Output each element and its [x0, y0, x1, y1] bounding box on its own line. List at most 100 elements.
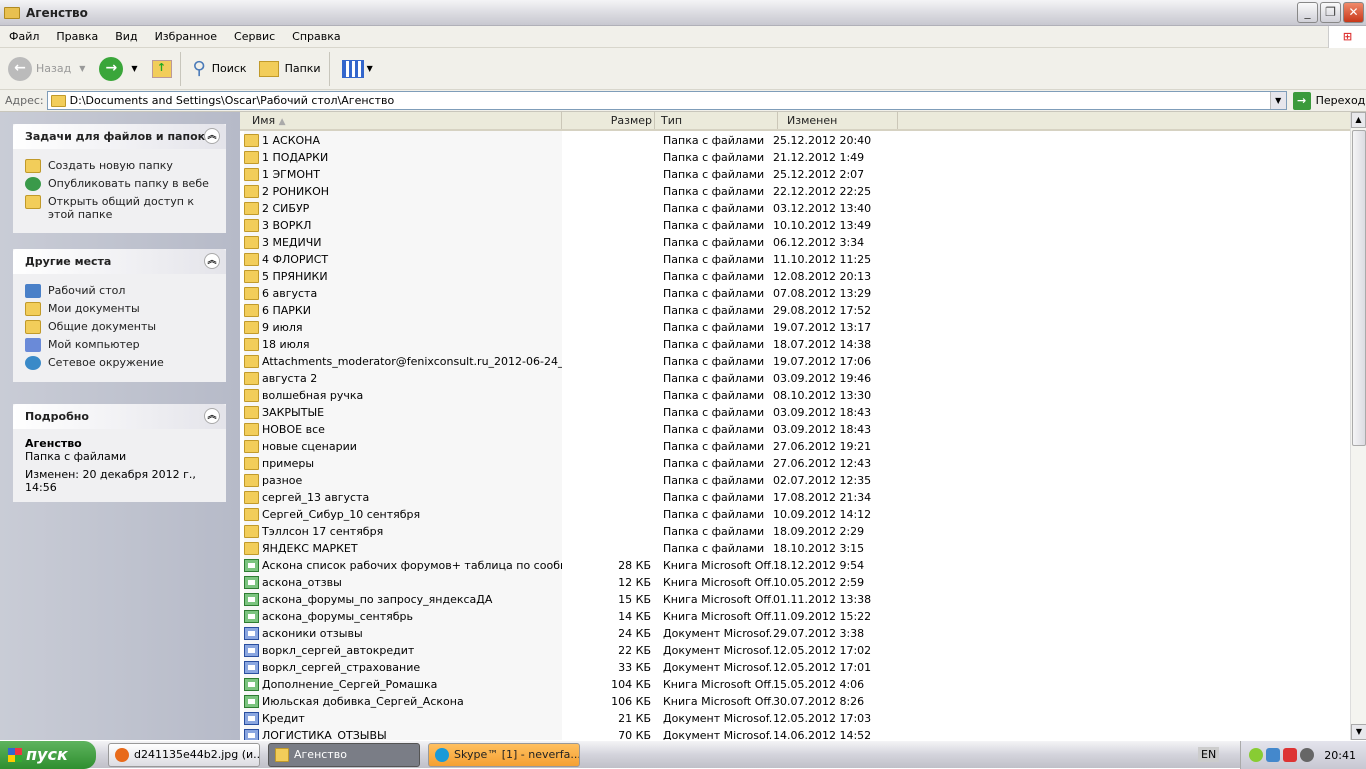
- file-row[interactable]: 6 августа Папка с файлами 07.08.2012 13:29: [244, 285, 871, 302]
- scroll-thumb[interactable]: [1352, 130, 1366, 446]
- file-row[interactable]: волшебная ручка Папка с файлами 08.10.2012…: [244, 387, 871, 404]
- file-modified: 01.11.2012 13:38: [773, 593, 872, 606]
- word-file-icon: [244, 661, 259, 674]
- taskbar-item-firefox[interactable]: d241135e44b2.jpg (и...: [108, 742, 260, 767]
- file-modified: 18.10.2012 3:15: [773, 542, 865, 555]
- my-documents-icon: [25, 302, 41, 316]
- excel-file-icon: [244, 576, 259, 589]
- volume-icon[interactable]: [1300, 748, 1314, 762]
- collapse-icon[interactable]: ︽: [204, 128, 220, 144]
- file-type: Книга Microsoft Off...: [663, 678, 773, 691]
- views-button[interactable]: ▼: [341, 59, 373, 78]
- file-row[interactable]: 4 ФЛОРИСТ Папка с файлами 11.10.2012 11:25: [244, 251, 871, 268]
- file-row[interactable]: августа 2 Папка с файлами 03.09.2012 19:46: [244, 370, 871, 387]
- menu-favorites[interactable]: Избранное: [146, 30, 225, 43]
- column-header-name[interactable]: Имя ▲: [240, 112, 562, 129]
- up-folder-icon: ↑: [151, 59, 172, 78]
- file-modified: 29.07.2012 3:38: [773, 627, 865, 640]
- search-button[interactable]: ⚲ Поиск: [193, 58, 247, 79]
- task-new-folder[interactable]: Создать новую папку: [25, 159, 216, 173]
- file-row[interactable]: ЗАКРЫТЫЕ Папка с файлами 03.09.2012 18:43: [244, 404, 871, 421]
- file-modified: 15.05.2012 4:06: [773, 678, 865, 691]
- file-row[interactable]: Дополнение_Сергей_Ромашка 104 КБ Книга Mic…: [244, 676, 871, 693]
- file-row[interactable]: Аскона список рабочих форумов+ таблица п…: [244, 557, 871, 574]
- place-my-documents[interactable]: Мои документы: [25, 302, 216, 316]
- column-header-size[interactable]: Размер: [562, 112, 655, 129]
- menu-tools[interactable]: Сервис: [225, 30, 283, 43]
- file-row[interactable]: 2 РОНИКОН Папка с файлами 22.12.2012 22:25: [244, 183, 871, 200]
- file-row[interactable]: сергей_13 августа Папка с файлами 17.08.20…: [244, 489, 871, 506]
- close-button[interactable]: ✕: [1343, 2, 1364, 23]
- file-row[interactable]: новые сценарии Папка с файлами 27.06.2012 …: [244, 438, 871, 455]
- file-row[interactable]: 3 МЕДИЧИ Папка с файлами 06.12.2012 3:34: [244, 234, 871, 251]
- file-row[interactable]: 18 июля Папка с файлами 18.07.2012 14:38: [244, 336, 871, 353]
- file-name: 2 СИБУР: [262, 202, 310, 215]
- collapse-icon[interactable]: ︽: [204, 408, 220, 424]
- file-row[interactable]: Кредит 21 КБ Документ Microsof... 12.05.201…: [244, 710, 871, 727]
- file-row[interactable]: примеры Папка с файлами 27.06.2012 12:43: [244, 455, 871, 472]
- collapse-icon[interactable]: ︽: [204, 253, 220, 269]
- menu-file[interactable]: Файл: [0, 30, 47, 43]
- place-desktop[interactable]: Рабочий стол: [25, 284, 216, 298]
- file-row[interactable]: 1 ПОДАРКИ Папка с файлами 21.12.2012 1:49: [244, 149, 871, 166]
- file-row[interactable]: 1 ЭГМОНТ Папка с файлами 25.12.2012 2:07: [244, 166, 871, 183]
- file-row[interactable]: Сергей_Сибур_10 сентября Папка с файлами 1…: [244, 506, 871, 523]
- antivirus-icon[interactable]: [1283, 748, 1297, 762]
- file-row[interactable]: Attachments_moderator@fenixconsult.ru_20…: [244, 353, 871, 370]
- taskbar-item-explorer[interactable]: Агенство: [268, 742, 420, 767]
- address-dropdown[interactable]: ▼: [1269, 92, 1286, 109]
- file-row[interactable]: ЯНДЕКС МАРКЕТ Папка с файлами 18.10.2012 3…: [244, 540, 871, 557]
- menu-view[interactable]: Вид: [106, 30, 145, 43]
- file-row[interactable]: аскона_форумы_сентябрь 14 КБ Книга Microso…: [244, 608, 871, 625]
- excel-file-icon: [244, 593, 259, 606]
- file-row[interactable]: воркл_сергей_автокредит 22 КБ Документ Mic…: [244, 642, 871, 659]
- task-publish-web[interactable]: Опубликовать папку в вебе: [25, 177, 216, 191]
- back-button[interactable]: ← Назад ▼: [8, 56, 85, 81]
- notification-icon[interactable]: [1249, 748, 1263, 762]
- file-row[interactable]: 2 СИБУР Папка с файлами 03.12.2012 13:40: [244, 200, 871, 217]
- menu-help[interactable]: Справка: [283, 30, 348, 43]
- file-name: 1 ЭГМОНТ: [262, 168, 321, 181]
- file-row[interactable]: 1 АСКОНА Папка с файлами 25.12.2012 20:40: [244, 132, 871, 149]
- language-indicator[interactable]: EN: [1198, 747, 1220, 762]
- excel-file-icon: [244, 559, 259, 572]
- go-button[interactable]: → Переход: [1292, 91, 1365, 110]
- place-label: Мой компьютер: [48, 338, 140, 351]
- scroll-down-button[interactable]: ▼: [1351, 724, 1366, 740]
- start-button[interactable]: пуск: [0, 740, 96, 769]
- task-share-folder[interactable]: Открыть общий доступ к этой папке: [25, 195, 216, 221]
- word-file-icon: [244, 712, 259, 725]
- menu-edit[interactable]: Правка: [47, 30, 106, 43]
- file-row[interactable]: Тэллсон 17 сентября Папка с файлами 18.09.…: [244, 523, 871, 540]
- file-row[interactable]: разное Папка с файлами 02.07.2012 12:35: [244, 472, 871, 489]
- place-my-computer[interactable]: Мой компьютер: [25, 338, 216, 352]
- file-type: Папка с файлами: [663, 236, 765, 249]
- file-row[interactable]: 6 ПАРКИ Папка с файлами 29.08.2012 17:52: [244, 302, 871, 319]
- address-input[interactable]: D:\Documents and Settings\Oscar\Рабочий …: [46, 91, 1287, 110]
- file-row[interactable]: 3 ВОРКЛ Папка с файлами 10.10.2012 13:49: [244, 217, 871, 234]
- column-header-type[interactable]: Тип: [655, 112, 778, 129]
- file-row[interactable]: асконики отзывы 24 КБ Документ Microsof...…: [244, 625, 871, 642]
- column-header-modified[interactable]: Изменен: [778, 112, 898, 129]
- maximize-button[interactable]: ❐: [1320, 2, 1341, 23]
- file-row[interactable]: аскона_форумы_по запросу_яндексаДА 15 КБ К…: [244, 591, 871, 608]
- file-name: новые сценарии: [262, 440, 357, 453]
- place-shared-documents[interactable]: Общие документы: [25, 320, 216, 334]
- file-row[interactable]: аскона_отзвы 12 КБ Книга Microsoft Off... 1…: [244, 574, 871, 591]
- folder-icon: [244, 406, 259, 419]
- file-row[interactable]: НОВОЕ все Папка с файлами 03.09.2012 18:43: [244, 421, 871, 438]
- forward-button[interactable]: → ▼: [99, 56, 138, 81]
- file-row[interactable]: 9 июля Папка с файлами 19.07.2012 13:17: [244, 319, 871, 336]
- file-row[interactable]: воркл_сергей_страхование 33 КБ Документ Mi…: [244, 659, 871, 676]
- folders-button[interactable]: Папки: [258, 60, 321, 77]
- minimize-button[interactable]: _: [1297, 2, 1318, 23]
- up-folder-button[interactable]: ↑: [151, 59, 172, 78]
- file-row[interactable]: ЛОГИСТИКА_ОТЗЫВЫ 70 КБ Документ Microsof..…: [244, 727, 871, 740]
- file-row[interactable]: Июльская добивка_Сергей_Аскона 106 КБ Книг…: [244, 693, 871, 710]
- taskbar-item-skype[interactable]: Skype™ [1] - neverfa...: [428, 742, 580, 767]
- scroll-up-button[interactable]: ▲: [1351, 112, 1366, 128]
- place-network[interactable]: Сетевое окружение: [25, 356, 216, 370]
- network-icon[interactable]: [1266, 748, 1280, 762]
- file-row[interactable]: 5 ПРЯНИКИ Папка с файлами 12.08.2012 20:13: [244, 268, 871, 285]
- vertical-scrollbar[interactable]: ▲ ▼: [1350, 112, 1366, 740]
